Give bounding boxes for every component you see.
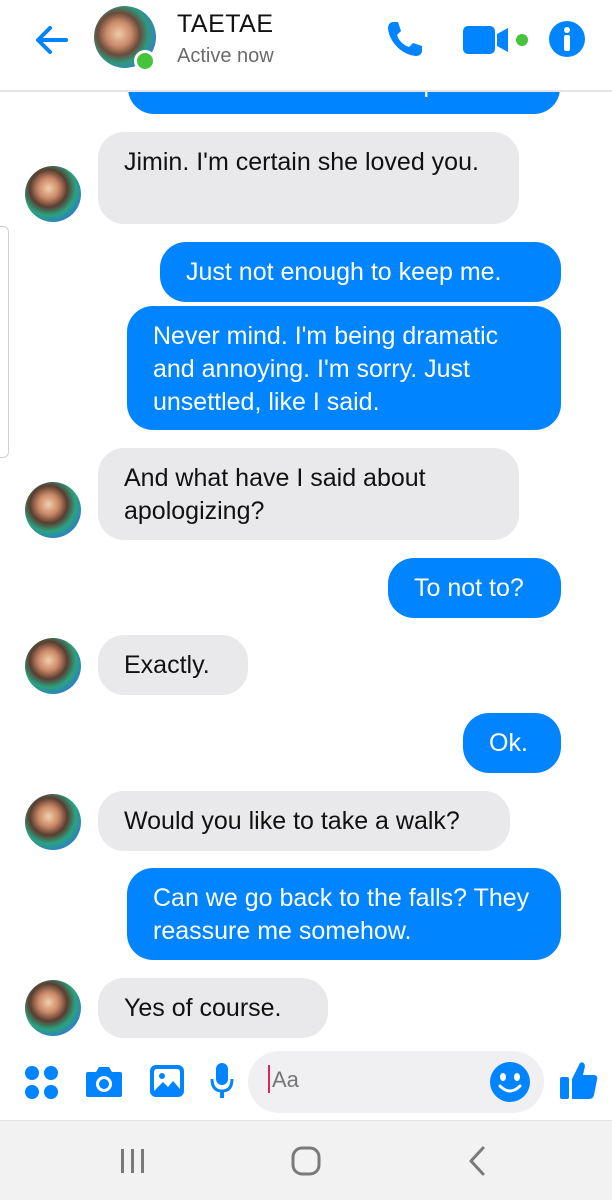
contact-avatar-small[interactable] bbox=[25, 638, 81, 694]
microphone-icon[interactable] bbox=[208, 1061, 236, 1106]
phone-icon[interactable] bbox=[384, 18, 426, 65]
back-arrow-icon[interactable] bbox=[30, 20, 74, 60]
system-navigation-bar bbox=[0, 1120, 612, 1200]
contact-avatar-small[interactable] bbox=[25, 794, 81, 850]
contact-avatar-small[interactable] bbox=[25, 166, 81, 222]
gallery-icon[interactable] bbox=[148, 1063, 186, 1104]
composer-bar bbox=[0, 1047, 612, 1120]
camera-icon[interactable] bbox=[84, 1063, 124, 1104]
emoji-icon[interactable] bbox=[489, 1061, 531, 1108]
video-camera-icon[interactable] bbox=[462, 22, 532, 63]
message-bubble-incoming[interactable]: And what have I said about apologizing? bbox=[98, 448, 519, 540]
message-bubble-outgoing[interactable]: Can we go back to the falls? They reassu… bbox=[127, 868, 561, 960]
message-bubble-outgoing[interactable]: at me with love at some point. bbox=[128, 92, 560, 114]
message-input[interactable] bbox=[272, 1067, 472, 1093]
message-bubble-outgoing[interactable]: To not to? bbox=[388, 558, 561, 618]
edge-panel-handle[interactable] bbox=[0, 226, 9, 458]
home-icon[interactable] bbox=[290, 1145, 322, 1182]
message-bubble-incoming[interactable]: Would you like to take a walk? bbox=[98, 791, 510, 851]
message-bubble-incoming[interactable]: Exactly. bbox=[98, 635, 248, 695]
chat-header: TAETAE Active now bbox=[0, 0, 612, 86]
back-icon[interactable] bbox=[466, 1145, 488, 1182]
thumbs-up-icon[interactable] bbox=[558, 1059, 600, 1108]
apps-grid-icon[interactable] bbox=[24, 1065, 60, 1106]
message-bubble-incoming[interactable]: Jimin. I'm certain she loved you. bbox=[98, 132, 519, 224]
text-cursor bbox=[268, 1065, 270, 1093]
message-list[interactable]: at me with love at some point. Jimin. I'… bbox=[0, 92, 612, 1047]
online-indicator bbox=[134, 50, 156, 72]
message-bubble-outgoing[interactable]: Never mind. I'm being dramatic and annoy… bbox=[127, 306, 561, 430]
contact-avatar-small[interactable] bbox=[25, 482, 81, 538]
contact-name[interactable]: TAETAE bbox=[177, 10, 274, 39]
message-bubble-incoming[interactable]: Yes of course. bbox=[98, 978, 328, 1038]
recent-apps-icon[interactable] bbox=[118, 1147, 148, 1180]
contact-status: Active now bbox=[177, 45, 274, 67]
header-divider bbox=[0, 90, 612, 92]
contact-avatar-small[interactable] bbox=[25, 980, 81, 1036]
message-bubble-outgoing[interactable]: Ok. bbox=[463, 713, 561, 773]
message-bubble-outgoing[interactable]: Just not enough to keep me. bbox=[160, 242, 561, 302]
info-icon[interactable] bbox=[548, 20, 586, 63]
